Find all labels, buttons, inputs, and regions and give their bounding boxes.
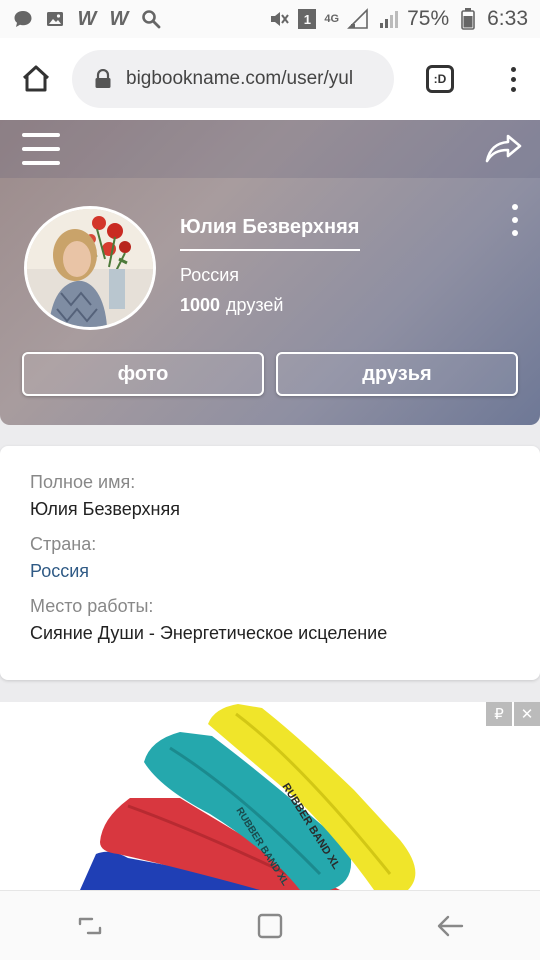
friends-count-line[interactable]: 1000 друзей	[180, 295, 283, 316]
friends-count-label: друзей	[226, 295, 284, 315]
friends-count: 1000	[180, 295, 221, 315]
signal-icon	[377, 8, 399, 30]
battery-percent: 75%	[407, 7, 450, 30]
battery-icon	[457, 8, 479, 30]
back-button[interactable]	[420, 901, 480, 951]
profile-more-icon[interactable]	[508, 204, 522, 236]
recent-apps-icon	[78, 917, 102, 934]
ad-image[interactable]: RUBBER BAND XL RUBBER BAND XL	[0, 702, 540, 890]
country-link[interactable]: Россия	[30, 561, 510, 582]
browser-toolbar: bigbookname.com/user/yul :D	[0, 38, 540, 120]
friends-button[interactable]: друзья	[276, 352, 518, 396]
search-icon	[140, 8, 162, 30]
more-dot	[510, 86, 516, 92]
more-dot	[510, 66, 516, 72]
browser-menu-button[interactable]	[486, 38, 540, 120]
profile-header: Юлия Безверхняя Россия 1000 друзей фото д…	[0, 120, 540, 425]
mute-icon	[268, 8, 290, 30]
clock: 6:33	[487, 7, 528, 30]
workplace-label: Место работы:	[30, 596, 154, 616]
more-dot	[510, 76, 516, 82]
back-arrow-icon	[437, 915, 464, 936]
w-icon: W	[109, 7, 129, 30]
share-icon[interactable]	[484, 130, 524, 166]
photos-button[interactable]: фото	[22, 352, 264, 396]
full-name-label: Полное имя:	[30, 472, 136, 492]
tabs-count: :D	[426, 65, 454, 93]
image-icon	[44, 8, 66, 30]
home-button[interactable]	[0, 38, 72, 120]
url-bar[interactable]: bigbookname.com/user/yul	[72, 50, 394, 108]
ruble-badge[interactable]: ₽	[486, 702, 512, 726]
ad-badges: ₽ ✕	[486, 702, 540, 726]
home-nav-button[interactable]	[240, 901, 300, 951]
status-bar: W W 1 4G 75% 6:33	[0, 0, 540, 38]
recent-apps-button[interactable]	[60, 901, 120, 951]
w-icon: W	[77, 7, 97, 30]
ad-close-icon[interactable]: ✕	[514, 702, 540, 726]
workplace-value: Сияние Души - Энергетическое исцеление	[30, 623, 388, 643]
full-name-value: Юлия Безверхняя	[30, 499, 180, 519]
home-icon	[22, 65, 50, 92]
ad-banner[interactable]: RUBBER BAND XL RUBBER BAND XL ₽ ✕	[0, 702, 540, 890]
avatar[interactable]	[24, 206, 156, 330]
url-text: bigbookname.com/user/yul	[126, 68, 354, 89]
signal-icon	[347, 8, 369, 30]
profile-name[interactable]: Юлия Безверхняя	[180, 216, 360, 251]
tabs-button[interactable]: :D	[394, 38, 486, 120]
chat-icon	[12, 8, 34, 30]
lock-icon	[95, 69, 111, 88]
country-label: Страна:	[30, 534, 97, 554]
profile-info-card: Полное имя: Юлия Безверхняя Страна: Росс…	[0, 446, 540, 680]
menu-icon[interactable]	[22, 133, 60, 165]
home-square-icon	[257, 913, 283, 938]
network-label: 4G	[324, 13, 340, 25]
system-nav-bar	[0, 890, 540, 960]
sim-badge: 1	[298, 9, 317, 29]
site-top-nav	[0, 120, 540, 178]
profile-country: Россия	[180, 265, 240, 285]
